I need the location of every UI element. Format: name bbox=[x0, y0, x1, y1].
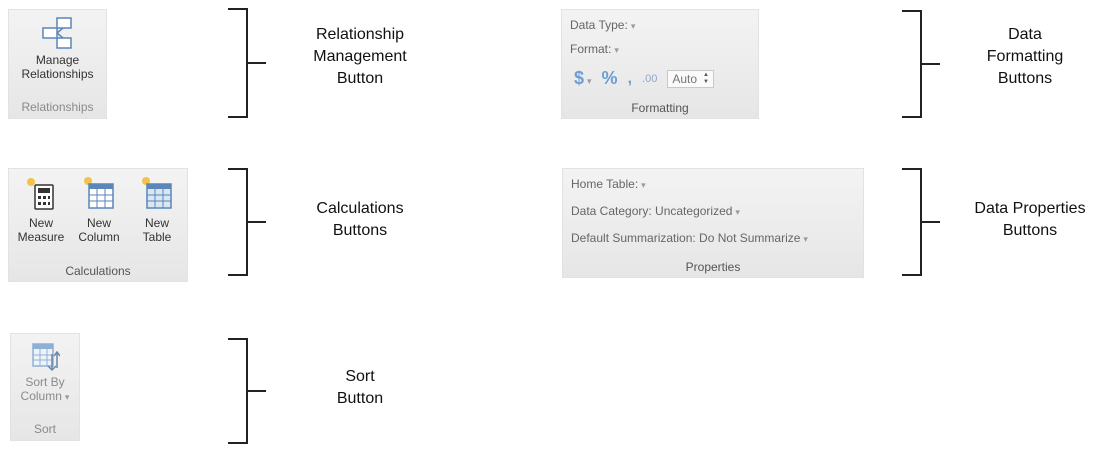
calculations-group-label: Calculations bbox=[65, 264, 131, 278]
sort-by-column-button[interactable]: Sort By Column ▾ bbox=[11, 340, 79, 404]
chevron-down-icon: ▾ bbox=[630, 21, 636, 31]
properties-caption-line2: Buttons bbox=[1002, 222, 1058, 239]
manage-relationships-button[interactable]: Manage Relationships bbox=[9, 16, 106, 81]
decimal-places-input[interactable]: Auto ▲ ▼ bbox=[667, 69, 714, 88]
properties-caption-line1: Data Properties bbox=[974, 200, 1086, 217]
sort-by-column-label-text: Column bbox=[20, 389, 62, 403]
format-dropdown[interactable]: Format: ▾ bbox=[570, 42, 619, 56]
relationships-caption-line2: Management bbox=[313, 48, 407, 65]
default-summarization-label: Default Summarization: Do Not Summarize bbox=[571, 231, 801, 245]
new-table-button[interactable]: New Table bbox=[129, 175, 185, 244]
sort-caption-line1: Sort bbox=[345, 368, 375, 385]
spinner[interactable]: ▲ ▼ bbox=[703, 72, 709, 86]
sort-caption: Sort Button bbox=[290, 366, 430, 410]
manage-relationships-label-line1: Manage bbox=[35, 53, 80, 67]
new-column-label-line1: New bbox=[86, 216, 111, 230]
formatting-group-label: Formatting bbox=[631, 101, 689, 115]
formatting-caption-line1: Data bbox=[1008, 26, 1042, 43]
decimal-places-value: Auto bbox=[672, 71, 697, 86]
formatting-bracket bbox=[902, 10, 940, 118]
currency-icon: $ bbox=[574, 68, 585, 88]
formatting-caption-line2: Formatting bbox=[986, 48, 1064, 65]
new-column-button[interactable]: New Column bbox=[71, 175, 127, 244]
chevron-down-icon: ▾ bbox=[803, 234, 808, 244]
relationships-group: Manage Relationships Relationships bbox=[8, 9, 107, 119]
sort-by-column-label-line2: Column ▾ bbox=[11, 389, 79, 404]
chevron-down-icon: ▾ bbox=[64, 392, 70, 402]
spinner-down-icon[interactable]: ▼ bbox=[703, 79, 709, 86]
relationships-group-label: Relationships bbox=[21, 100, 94, 114]
properties-caption: Data Properties Buttons bbox=[955, 198, 1105, 242]
relationships-caption-line1: Relationship bbox=[315, 26, 405, 43]
chevron-down-icon: ▾ bbox=[587, 76, 592, 86]
sort-group-label: Sort bbox=[33, 422, 56, 436]
new-measure-label-line2: Measure bbox=[17, 230, 65, 244]
new-column-icon bbox=[84, 177, 114, 209]
spinner-up-icon[interactable]: ▲ bbox=[703, 72, 709, 79]
sort-bracket bbox=[228, 338, 266, 444]
relationships-icon bbox=[41, 17, 72, 49]
relationships-caption-line3: Button bbox=[336, 70, 384, 87]
new-measure-label-line1: New bbox=[28, 216, 53, 230]
formatting-caption: Data Formatting Buttons bbox=[960, 24, 1090, 90]
number-format-row: $ ▾ % , .00 Auto ▲ ▼ bbox=[574, 68, 714, 89]
percent-button[interactable]: % bbox=[602, 68, 618, 89]
manage-relationships-label-line2: Relationships bbox=[21, 67, 94, 81]
home-table-dropdown[interactable]: Home Table: ▾ bbox=[571, 177, 646, 191]
new-table-label-line2: Table bbox=[142, 230, 172, 244]
chevron-down-icon: ▾ bbox=[735, 207, 740, 217]
data-type-label: Data Type: bbox=[570, 18, 628, 32]
relationships-bracket bbox=[228, 8, 266, 118]
formatting-group: Data Type: ▾ Format: ▾ $ ▾ % , .00 Auto ▲ ▼… bbox=[561, 9, 759, 119]
properties-group-label: Properties bbox=[685, 260, 741, 274]
chevron-down-icon: ▾ bbox=[614, 45, 619, 55]
home-table-label: Home Table: bbox=[571, 177, 639, 191]
calculations-group: New Measure New Column New Table Calcula… bbox=[8, 168, 188, 282]
new-table-icon bbox=[142, 177, 172, 209]
sort-by-column-icon bbox=[32, 343, 60, 372]
data-category-label: Data Category: Uncategorized bbox=[571, 204, 733, 218]
calculations-caption: Calculations Buttons bbox=[280, 198, 440, 242]
data-type-dropdown[interactable]: Data Type: ▾ bbox=[570, 18, 635, 32]
sort-group: Sort By Column ▾ Sort bbox=[10, 333, 80, 441]
new-measure-button[interactable]: New Measure bbox=[13, 175, 69, 244]
calculations-bracket bbox=[228, 168, 266, 276]
new-column-label-line2: Column bbox=[78, 230, 120, 244]
sort-caption-line2: Button bbox=[336, 390, 384, 407]
chevron-down-icon: ▾ bbox=[641, 180, 646, 190]
sort-by-column-label-line1: Sort By bbox=[25, 375, 65, 389]
new-measure-icon bbox=[27, 178, 54, 210]
format-label: Format: bbox=[570, 42, 612, 56]
currency-button[interactable]: $ ▾ bbox=[574, 68, 592, 89]
relationships-caption: Relationship Management Button bbox=[280, 24, 440, 90]
properties-bracket bbox=[902, 168, 940, 276]
decimal-button[interactable]: .00 bbox=[642, 73, 657, 85]
data-category-dropdown[interactable]: Data Category: Uncategorized ▾ bbox=[571, 204, 740, 218]
calculations-caption-line2: Buttons bbox=[332, 222, 388, 239]
new-table-label-line1: New bbox=[144, 216, 169, 230]
default-summarization-dropdown[interactable]: Default Summarization: Do Not Summarize ▾ bbox=[571, 231, 808, 245]
properties-group: Home Table: ▾ Data Category: Uncategorize… bbox=[562, 168, 864, 278]
comma-button[interactable]: , bbox=[628, 70, 632, 88]
calculations-caption-line1: Calculations bbox=[316, 200, 404, 217]
formatting-caption-line3: Buttons bbox=[997, 70, 1053, 87]
